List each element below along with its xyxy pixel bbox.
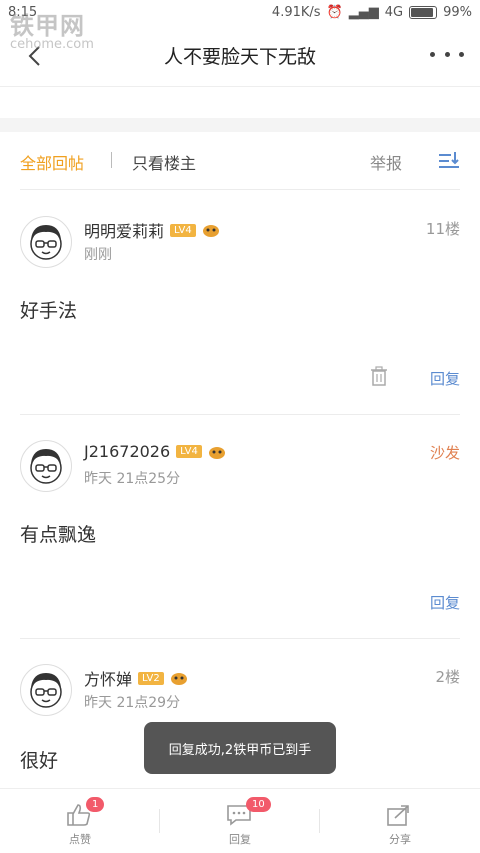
reply-tab-button[interactable]: 10 回复 [160, 789, 320, 853]
avatar[interactable] [20, 664, 72, 716]
avatar-face-icon [30, 673, 62, 708]
bottom-action-bar: 1 点赞 10 回复 分享 [0, 788, 480, 853]
tab-owner-only[interactable]: 只看楼主 [132, 150, 196, 174]
sort-icon[interactable] [438, 150, 460, 172]
status-right: 4.91K/s ⏰ ▂▄▆ 4G 99% [272, 5, 472, 20]
filter-separator [111, 152, 112, 168]
username[interactable]: 方怀婵 [84, 666, 132, 690]
post-time: 刚刚 [84, 247, 112, 263]
medal-icon [170, 673, 187, 685]
post-author: 明明爱莉莉 LV4 [84, 218, 220, 242]
post-time: 昨天 21点29分 [84, 695, 181, 711]
more-options-icon[interactable] [430, 42, 464, 66]
share-button[interactable]: 分享 [320, 789, 480, 853]
reply-tab-label: 回复 [229, 833, 251, 846]
network-type: 4G [384, 5, 404, 20]
username[interactable]: 明明爱莉莉 [84, 218, 164, 242]
medal-icon [202, 225, 219, 237]
level-badge: LV2 [138, 671, 164, 685]
like-button[interactable]: 1 点赞 [0, 789, 160, 853]
level-badge: LV4 [176, 445, 202, 458]
post-author: J21672026 LV4 [84, 442, 226, 461]
post-time: 昨天 21点25分 [84, 471, 181, 487]
like-count-badge: 1 [86, 797, 105, 812]
floor-number: 11楼 [425, 220, 460, 238]
alarm-icon: ⏰ [326, 5, 343, 20]
tab-all-replies[interactable]: 全部回帖 [20, 150, 84, 174]
watermark-url: cehome.com [10, 37, 94, 52]
post-content: 有点飘逸 [20, 524, 97, 546]
reply-count-badge: 10 [246, 797, 271, 812]
post-content: 很好 [20, 750, 59, 772]
battery-icon [409, 6, 438, 19]
battery-level: 99% [443, 5, 472, 20]
post-author: 方怀婵 LV2 [84, 666, 188, 690]
reply-button[interactable]: 回复 [430, 592, 460, 613]
medal-icon [208, 446, 225, 459]
network-speed: 4.91K/s [271, 5, 321, 20]
share-icon [387, 805, 409, 826]
level-badge: LV4 [170, 223, 196, 237]
reply-button[interactable]: 回复 [430, 368, 460, 389]
section-gap [0, 118, 480, 132]
toast-message: 回复成功,2铁甲币已到手 [144, 722, 336, 774]
floor-number: 沙发 [429, 444, 460, 462]
watermark-text: 铁甲网 [10, 12, 85, 40]
site-watermark: 铁甲网 cehome.com [10, 6, 94, 52]
post-content: 好手法 [20, 300, 78, 322]
avatar[interactable] [20, 440, 72, 492]
reply-filter-bar: 全部回帖 只看楼主 举报 [0, 132, 480, 188]
signal-icon: ▂▄▆ [348, 5, 379, 20]
floor-number: 2楼 [435, 668, 460, 686]
username[interactable]: J21672026 [84, 442, 170, 461]
avatar-face-icon [30, 449, 62, 484]
avatar-face-icon [30, 225, 62, 260]
reply-post: 明明爱莉莉 LV4 刚刚 11楼 好手法 回复 [0, 190, 480, 414]
like-label: 点赞 [69, 833, 91, 846]
avatar[interactable] [20, 216, 72, 268]
share-label: 分享 [389, 833, 411, 846]
report-button[interactable]: 举报 [370, 150, 402, 174]
delete-icon[interactable] [370, 366, 388, 386]
reply-post: J21672026 LV4 昨天 21点25分 沙发 有点飘逸 回复 [0, 414, 480, 638]
